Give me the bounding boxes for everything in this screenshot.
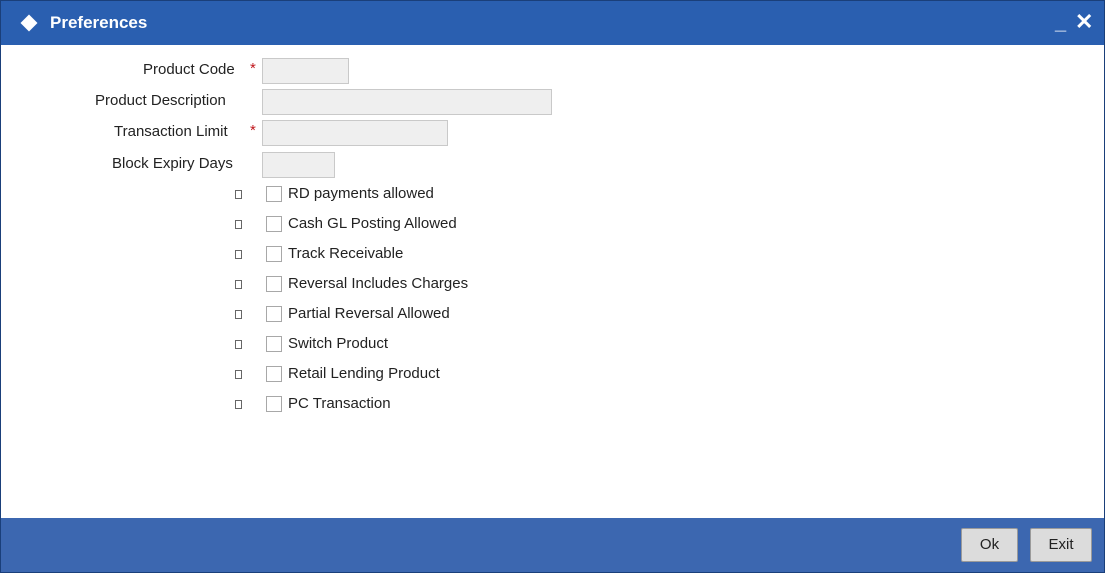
pc-transaction-label: PC Transaction	[288, 395, 391, 412]
small-box-icon	[235, 340, 242, 349]
footer-bar: Ok Exit	[1, 518, 1104, 572]
product-code-input[interactable]	[262, 58, 349, 84]
minimize-icon[interactable]: _	[1055, 13, 1066, 33]
small-box-icon	[235, 250, 242, 259]
retail-lending-product-checkbox[interactable]	[266, 366, 282, 382]
small-box-icon	[235, 400, 242, 409]
track-receivable-checkbox[interactable]	[266, 246, 282, 262]
retail-lending-product-label: Retail Lending Product	[288, 365, 440, 382]
small-box-icon	[235, 220, 242, 229]
diamond-icon	[20, 14, 38, 32]
product-code-label: Product Code	[143, 61, 235, 78]
small-box-icon	[235, 280, 242, 289]
small-box-icon	[235, 310, 242, 319]
product-description-input[interactable]	[262, 89, 552, 115]
reversal-includes-charges-checkbox[interactable]	[266, 276, 282, 292]
block-expiry-days-input[interactable]	[262, 152, 335, 178]
product-description-label: Product Description	[95, 92, 226, 109]
transaction-limit-label: Transaction Limit	[114, 123, 228, 140]
ok-button[interactable]: Ok	[961, 528, 1018, 562]
transaction-limit-input[interactable]	[262, 120, 448, 146]
partial-reversal-allowed-checkbox[interactable]	[266, 306, 282, 322]
small-box-icon	[235, 370, 242, 379]
cash-gl-posting-allowed-checkbox[interactable]	[266, 216, 282, 232]
title-bar: Preferences _ ✕	[1, 1, 1104, 45]
track-receivable-label: Track Receivable	[288, 245, 404, 262]
close-icon[interactable]: ✕	[1075, 11, 1093, 33]
exit-button[interactable]: Exit	[1030, 528, 1092, 562]
window-title: Preferences	[50, 13, 148, 32]
product-code-required-mark: *	[250, 60, 256, 77]
pc-transaction-checkbox[interactable]	[266, 396, 282, 412]
partial-reversal-allowed-label: Partial Reversal Allowed	[288, 305, 450, 322]
small-box-icon	[235, 190, 242, 199]
preferences-window: Preferences _ ✕ Product Code * Product D…	[0, 0, 1105, 573]
switch-product-label: Switch Product	[288, 335, 389, 352]
block-expiry-days-label: Block Expiry Days	[112, 155, 233, 172]
switch-product-checkbox[interactable]	[266, 336, 282, 352]
cash-gl-posting-allowed-label: Cash GL Posting Allowed	[288, 215, 457, 232]
transaction-limit-required-mark: *	[250, 122, 256, 139]
rd-payments-allowed-label: RD payments allowed	[288, 185, 434, 202]
rd-payments-allowed-checkbox[interactable]	[266, 186, 282, 202]
reversal-includes-charges-label: Reversal Includes Charges	[288, 275, 469, 292]
